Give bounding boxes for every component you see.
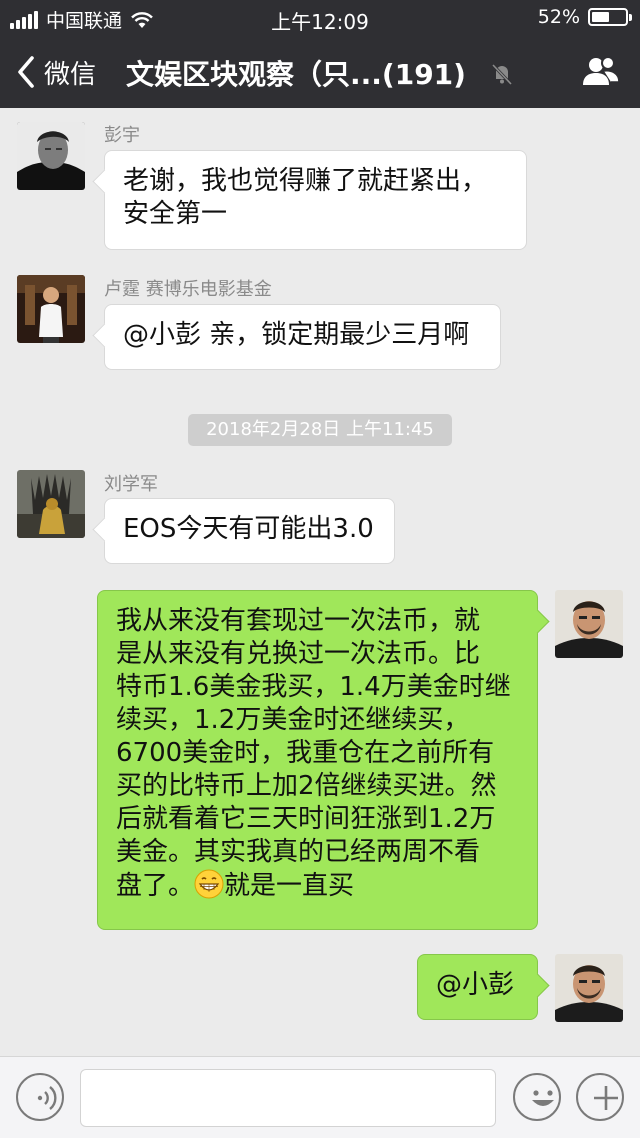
message-bubble[interactable]: @小彭 亲，锁定期最少三月啊: [104, 304, 501, 370]
back-chevron-icon: [18, 56, 34, 88]
message-bubble[interactable]: 老谢，我也觉得赚了就赶紧出， 安全第一: [104, 150, 527, 250]
status-right: 52%: [537, 6, 632, 28]
message-text: @小彭: [436, 970, 515, 1000]
back-label: 微信: [44, 59, 97, 90]
status-bar: 中国联通 上午12:09 52%: [0, 0, 640, 36]
message-bubble[interactable]: EOS今天有可能出3.0: [104, 498, 395, 564]
back-button[interactable]: 微信: [12, 50, 96, 94]
message-text: 老谢，我也觉得赚了就赶紧出， 安全第一: [123, 166, 488, 229]
input-bar: [0, 1056, 640, 1138]
battery-percent: 52%: [537, 6, 580, 28]
wechat-group-chat-screen: 中国联通 上午12:09 52% 微信 文娱区块观察（只...(191) 彭宇 …: [0, 0, 640, 1138]
my-avatar[interactable]: [555, 954, 623, 1022]
chat-area[interactable]: 彭宇 老谢，我也觉得赚了就赶紧出， 安全第一 卢霆 赛博乐电影基金 @小彭 亲，…: [0, 108, 640, 1056]
voice-icon: [37, 1086, 57, 1110]
message-text-part: 就是一直买: [224, 871, 355, 901]
emoji-icon: [532, 1090, 554, 1106]
message-text-part: 我从来没有套现过一次法币，就 是从来没有兑换过一次法币。比 特币1.6美金我买，…: [116, 606, 511, 901]
sender-name: 卢霆 赛博乐电影基金: [104, 279, 272, 300]
avatar[interactable]: [17, 275, 85, 343]
message-text: EOS今天有可能出3.0: [123, 514, 374, 544]
mute-bell-icon: [491, 63, 513, 86]
sender-name: 刘学军: [104, 474, 158, 495]
plus-button[interactable]: [576, 1073, 624, 1121]
avatar[interactable]: [17, 470, 85, 538]
message-bubble-outgoing[interactable]: @小彭: [417, 954, 538, 1020]
message-bubble-outgoing[interactable]: 我从来没有套现过一次法币，就 是从来没有兑换过一次法币。比 特币1.6美金我买，…: [97, 590, 538, 930]
emoji-button[interactable]: [513, 1073, 561, 1121]
grinning-face-icon: [194, 869, 224, 899]
voice-button[interactable]: [16, 1073, 64, 1121]
timestamp: 2018年2月28日 上午11:45: [188, 414, 452, 446]
battery-icon: [588, 8, 632, 26]
message-text: 我从来没有套现过一次法币，就 是从来没有兑换过一次法币。比 特币1.6美金我买，…: [116, 605, 519, 903]
nav-bar: 微信 文娱区块观察（只...(191): [0, 36, 640, 108]
message-text: @小彭 亲，锁定期最少三月啊: [123, 320, 470, 350]
chat-title[interactable]: 文娱区块观察（只...(191): [126, 53, 466, 93]
my-avatar[interactable]: [555, 590, 623, 658]
message-input[interactable]: [80, 1069, 496, 1127]
contacts-icon[interactable]: [580, 52, 622, 92]
battery-fill: [592, 12, 609, 22]
plus-icon: [594, 1086, 618, 1110]
sender-name: 彭宇: [104, 125, 140, 146]
avatar[interactable]: [17, 122, 85, 190]
